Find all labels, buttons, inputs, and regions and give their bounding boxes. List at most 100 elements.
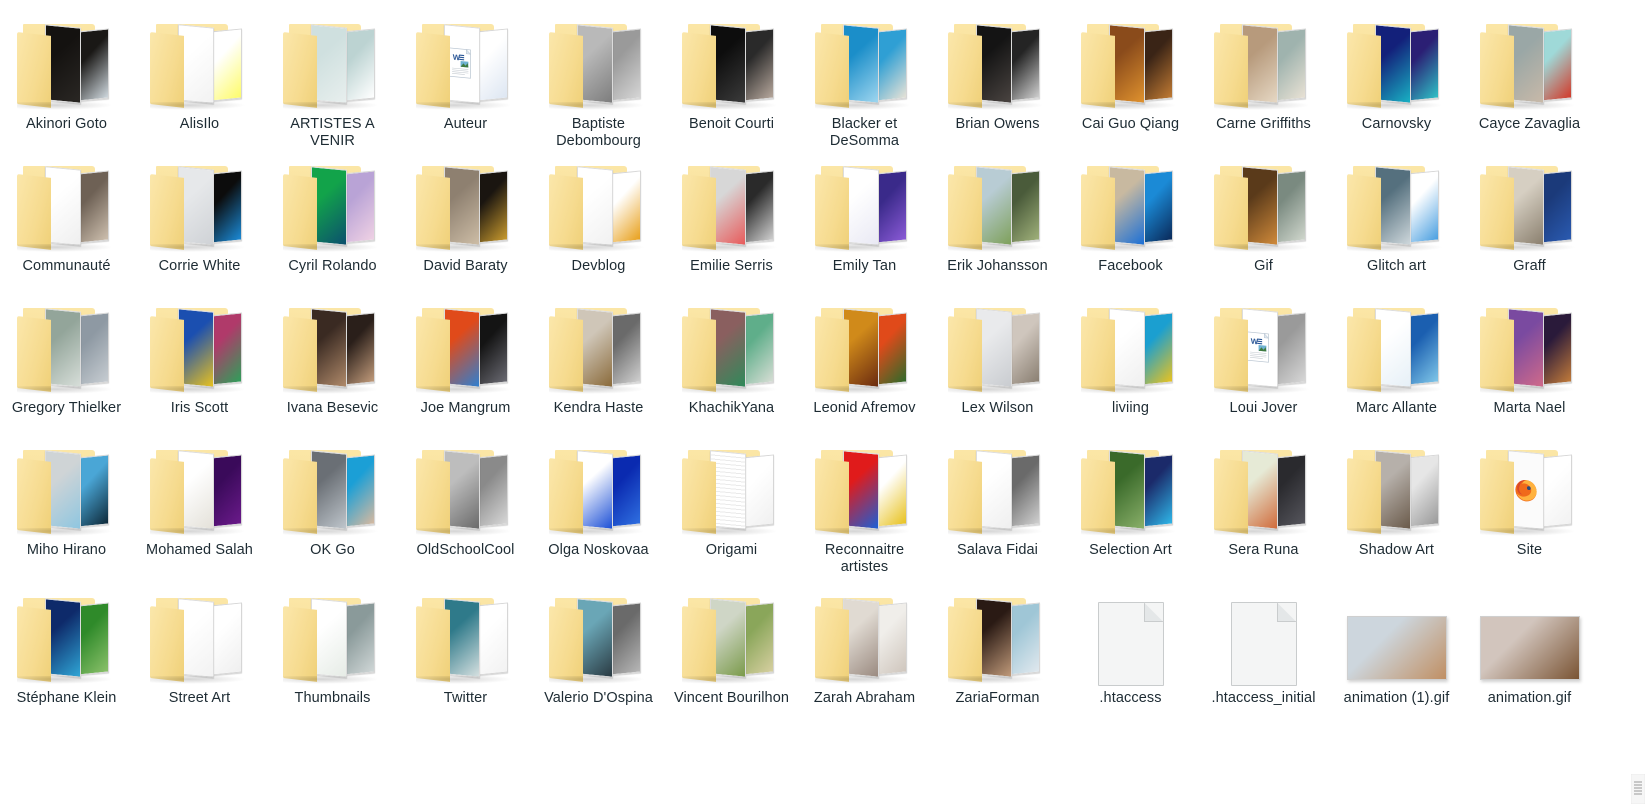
folder-icon[interactable] [943, 292, 1053, 396]
folder-icon[interactable] [1342, 292, 1452, 396]
folder-icon[interactable] [1209, 434, 1319, 538]
grid-item[interactable]: Ivana Besevic [266, 292, 399, 434]
grid-item[interactable]: Mohamed Salah [133, 434, 266, 582]
grid-item[interactable]: Brian Owens [931, 8, 1064, 150]
grid-item[interactable]: Thumbnails [266, 582, 399, 754]
folder-icon[interactable] [145, 8, 255, 112]
folder-icon[interactable] [677, 8, 787, 112]
folder-firefox-icon[interactable] [1475, 434, 1585, 538]
grid-item[interactable]: ARTISTES A VENIR [266, 8, 399, 150]
grid-item[interactable]: Communauté [0, 150, 133, 292]
folder-icon[interactable] [810, 434, 920, 538]
folder-icon[interactable] [1209, 150, 1319, 254]
folder-icon[interactable] [1342, 150, 1452, 254]
folder-icon[interactable] [1475, 8, 1585, 112]
grid-item[interactable]: Marc Allante [1330, 292, 1463, 434]
grid-item[interactable]: Graff [1463, 150, 1596, 292]
grid-item[interactable]: Salava Fidai [931, 434, 1064, 582]
grid-item[interactable]: Sera Runa [1197, 434, 1330, 582]
folder-icon[interactable] [1076, 292, 1186, 396]
folder-icon[interactable] [12, 434, 122, 538]
grid-item[interactable]: Baptiste Debombourg [532, 8, 665, 150]
grid-item[interactable]: Olga Noskovaa [532, 434, 665, 582]
folder-icon[interactable] [1209, 8, 1319, 112]
grid-item[interactable]: Kendra Haste [532, 292, 665, 434]
grid-item[interactable]: Corrie White [133, 150, 266, 292]
folder-icon[interactable] [544, 150, 654, 254]
grid-item[interactable]: Gif [1197, 150, 1330, 292]
grid-item[interactable]: Zarah Abraham [798, 582, 931, 754]
folder-icon[interactable] [411, 582, 521, 686]
gif-thumbnail-icon[interactable] [1342, 582, 1452, 686]
folder-icon[interactable] [1475, 292, 1585, 396]
folder-icon[interactable] [12, 292, 122, 396]
grid-item[interactable]: Akinori Goto [0, 8, 133, 150]
folder-icon[interactable] [810, 150, 920, 254]
folder-icon[interactable] [677, 150, 787, 254]
folder-icon[interactable] [810, 292, 920, 396]
folder-icon[interactable] [145, 292, 255, 396]
grid-item[interactable]: animation (1).gif [1330, 582, 1463, 754]
grid-item[interactable]: Carne Griffiths [1197, 8, 1330, 150]
folder-icon[interactable] [278, 434, 388, 538]
folder-icon[interactable] [810, 582, 920, 686]
grid-item[interactable]: Leonid Afremov [798, 292, 931, 434]
grid-item[interactable]: David Baraty [399, 150, 532, 292]
grid-item[interactable]: Origami [665, 434, 798, 582]
folder-icon[interactable] [12, 8, 122, 112]
grid-item[interactable]: Devblog [532, 150, 665, 292]
grid-item[interactable]: Miho Hirano [0, 434, 133, 582]
grid-item[interactable]: Erik Johansson [931, 150, 1064, 292]
grid-item[interactable]: AlisIlo [133, 8, 266, 150]
grid-item[interactable]: W Loui Jover [1197, 292, 1330, 434]
folder-icon[interactable] [1076, 8, 1186, 112]
folder-icon[interactable] [12, 150, 122, 254]
grid-item[interactable]: Shadow Art [1330, 434, 1463, 582]
folder-icon[interactable] [943, 150, 1053, 254]
grid-item[interactable]: Stéphane Klein [0, 582, 133, 754]
folder-icon[interactable] [278, 8, 388, 112]
folder-icon[interactable] [1342, 8, 1452, 112]
folder-icon[interactable] [544, 8, 654, 112]
blank-file-icon[interactable] [1209, 582, 1319, 686]
folder-icon[interactable] [411, 292, 521, 396]
folder-icon[interactable] [411, 434, 521, 538]
folder-icon[interactable] [544, 434, 654, 538]
grid-item[interactable]: Street Art [133, 582, 266, 754]
grid-item[interactable]: Valerio D'Ospina [532, 582, 665, 754]
grid-item[interactable]: KhachikYana [665, 292, 798, 434]
folder-icon[interactable] [278, 292, 388, 396]
grid-item[interactable]: Marta Nael [1463, 292, 1596, 434]
grid-item[interactable]: OK Go [266, 434, 399, 582]
grid-item[interactable]: Twitter [399, 582, 532, 754]
folder-blank-pages-icon[interactable] [677, 434, 787, 538]
folder-icon[interactable] [1475, 150, 1585, 254]
folder-icon[interactable] [544, 292, 654, 396]
folder-icon[interactable] [943, 8, 1053, 112]
folder-icon[interactable] [278, 582, 388, 686]
gif-thumbnail-icon[interactable] [1475, 582, 1585, 686]
grid-item[interactable]: Reconnaitre artistes [798, 434, 931, 582]
grid-item[interactable]: W Auteur [399, 8, 532, 150]
grid-item[interactable]: Gregory Thielker [0, 292, 133, 434]
folder-icon[interactable] [1342, 434, 1452, 538]
folder-icon[interactable] [677, 292, 787, 396]
grid-item[interactable]: OldSchoolCool [399, 434, 532, 582]
grid-item[interactable]: Cyril Rolando [266, 150, 399, 292]
grid-item[interactable]: Iris Scott [133, 292, 266, 434]
grid-item[interactable]: Selection Art [1064, 434, 1197, 582]
folder-word-doc-icon[interactable]: W [411, 8, 521, 112]
folder-icon[interactable] [677, 582, 787, 686]
grid-item[interactable]: Emily Tan [798, 150, 931, 292]
grid-item[interactable]: Carnovsky [1330, 8, 1463, 150]
folder-icon[interactable] [145, 150, 255, 254]
folder-icon[interactable] [1076, 150, 1186, 254]
folder-icon[interactable] [411, 150, 521, 254]
grid-item[interactable]: Blacker et DeSomma [798, 8, 931, 150]
folder-icon[interactable] [810, 8, 920, 112]
grid-item[interactable]: ZariaForman [931, 582, 1064, 754]
grid-item[interactable]: Joe Mangrum [399, 292, 532, 434]
folder-icon[interactable] [544, 582, 654, 686]
folder-icon[interactable] [145, 434, 255, 538]
folder-icon[interactable] [278, 150, 388, 254]
